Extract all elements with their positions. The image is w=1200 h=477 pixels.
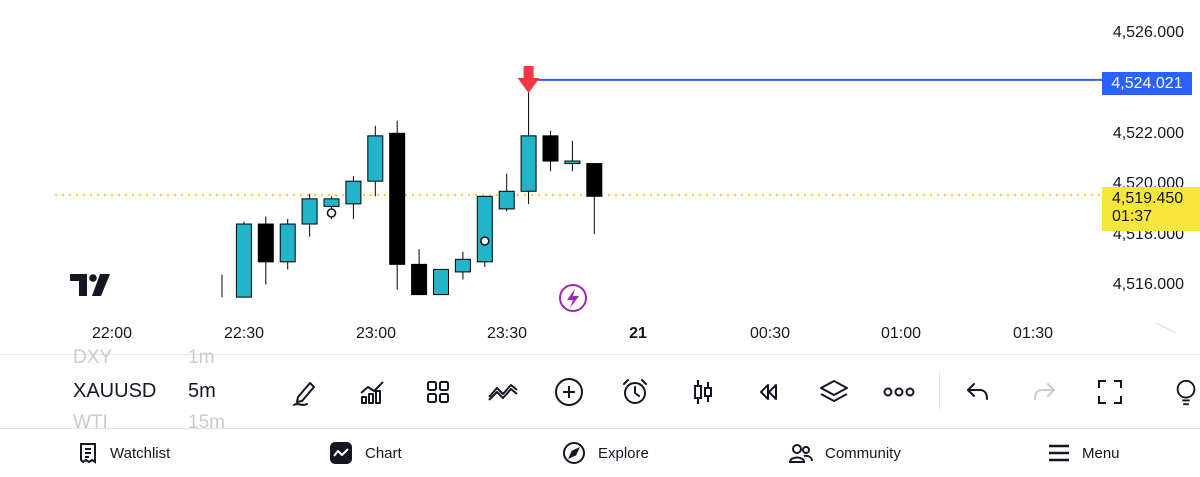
more-icon[interactable]	[882, 375, 916, 409]
bar-countdown: 01:37	[1112, 208, 1153, 225]
interval-above[interactable]: 1m	[188, 347, 214, 369]
time-axis-label: 00:30	[749, 325, 791, 342]
bar-style-icon[interactable]	[686, 375, 720, 409]
layout-icon[interactable]	[421, 375, 455, 409]
alarm-icon[interactable]	[618, 375, 652, 409]
community-icon	[789, 444, 813, 463]
time-axis-label: 22:30	[223, 325, 265, 342]
nav-watchlist[interactable]: Watchlist	[78, 429, 170, 477]
lightbulb-icon[interactable]	[1172, 375, 1200, 409]
layers-icon[interactable]	[817, 375, 851, 409]
time-axis-label: 21	[629, 325, 647, 342]
nav-chart-label: Chart	[365, 444, 402, 462]
candle-down[interactable]	[389, 132, 406, 265]
time-axis-label: 01:00	[880, 325, 922, 342]
nav-community[interactable]: Community	[789, 429, 901, 477]
current-price: 4,519.450	[1112, 190, 1184, 207]
scale-handle-icon[interactable]	[1155, 322, 1177, 334]
candle-down[interactable]	[586, 163, 603, 197]
candle-up[interactable]	[279, 223, 296, 263]
candle-up[interactable]	[433, 268, 449, 296]
nav-chart[interactable]: Chart	[329, 429, 402, 477]
nav-watchlist-label: Watchlist	[110, 444, 171, 462]
fullscreen-icon[interactable]	[1093, 375, 1127, 409]
nav-community-label: Community	[825, 444, 901, 462]
chart-area[interactable]: 4,526.000 4,522.000 4,520.000 4,518.000 …	[0, 0, 1200, 354]
price-axis-label: 4,526.000	[1112, 24, 1184, 41]
interval-selector[interactable]: 5m	[188, 380, 216, 403]
compare-icon[interactable]	[486, 375, 520, 409]
watchlist-icon	[80, 443, 96, 464]
candle-up[interactable]	[476, 195, 493, 263]
tradingview-logo-icon	[70, 274, 110, 296]
indicators-icon[interactable]	[355, 375, 389, 409]
add-icon[interactable]	[552, 375, 586, 409]
undo-icon[interactable]	[961, 375, 995, 409]
time-axis-label: 23:00	[355, 325, 397, 342]
chart-toolbar: DXY 1m XAUUSD 5m WTI 15m	[0, 347, 1200, 433]
candle-up[interactable]	[520, 135, 537, 192]
compass-icon	[563, 442, 585, 464]
current-price-tag: 4,519.450 01:37	[1102, 187, 1200, 231]
pen-icon[interactable]	[288, 375, 322, 409]
candle-down[interactable]	[542, 135, 559, 162]
price-axis-label: 4,522.000	[1112, 125, 1184, 142]
candle-up[interactable]	[454, 258, 471, 273]
chart-icon	[330, 442, 352, 464]
candle-up[interactable]	[564, 160, 581, 165]
candle-up[interactable]	[235, 223, 252, 298]
nav-explore[interactable]: Explore	[562, 429, 649, 477]
redo-icon[interactable]	[1027, 375, 1061, 409]
candles-group	[221, 82, 603, 298]
toolbar-divider	[939, 373, 940, 409]
marker-circle-icon[interactable]	[479, 236, 490, 246]
candle-up[interactable]	[301, 198, 318, 225]
price-axis-label: 4,516.000	[1112, 276, 1184, 293]
candle-down[interactable]	[411, 263, 428, 296]
candle-up[interactable]	[498, 190, 515, 210]
candle-down[interactable]	[257, 223, 274, 263]
nav-menu[interactable]: Menu	[1048, 429, 1120, 477]
time-axis-label: 22:00	[91, 325, 133, 342]
time-axis-label: 01:30	[1012, 325, 1054, 342]
menu-icon	[1049, 444, 1069, 462]
symbol-selector[interactable]: XAUUSD	[73, 380, 156, 403]
alert-price-tag[interactable]: 4,524.021	[1102, 72, 1192, 95]
bottom-navigation: Watchlist Chart Explore Community Menu	[0, 428, 1200, 477]
nav-explore-label: Explore	[598, 444, 649, 462]
time-axis-label: 23:30	[486, 325, 528, 342]
marker-circle-icon[interactable]	[326, 208, 337, 218]
candle-up[interactable]	[367, 135, 384, 182]
symbol-above[interactable]: DXY	[73, 347, 112, 369]
candlestick-chart[interactable]	[0, 0, 1200, 354]
candle-up[interactable]	[323, 198, 340, 207]
candle-up[interactable]	[345, 180, 362, 205]
down-arrow-marker-icon[interactable]	[517, 66, 540, 93]
nav-menu-label: Menu	[1082, 444, 1120, 462]
replay-icon[interactable]	[751, 375, 785, 409]
